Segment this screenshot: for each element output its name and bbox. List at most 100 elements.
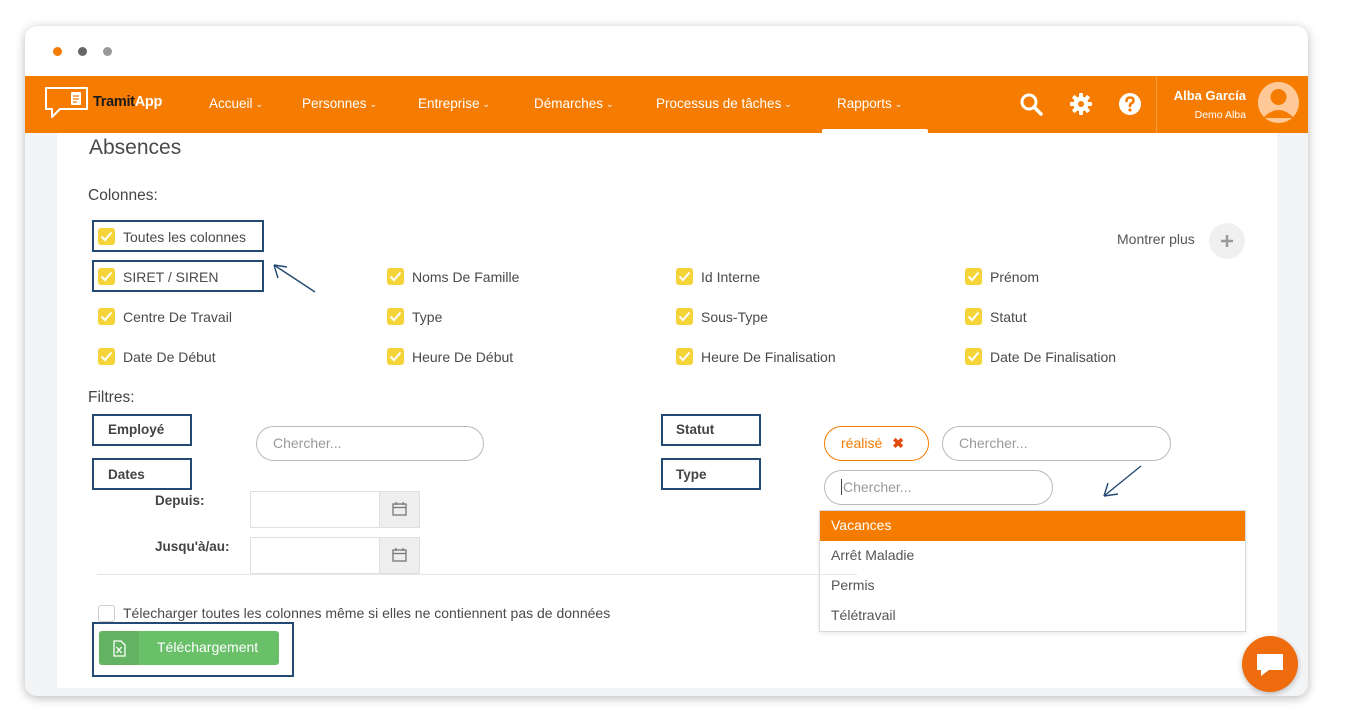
statut-tag-realise[interactable]: réalisé ✖ xyxy=(824,426,929,461)
statut-filter-label: Statut xyxy=(676,422,715,437)
check-icon xyxy=(967,351,980,362)
statut-search-input[interactable]: Chercher... xyxy=(942,426,1171,461)
brand-logo[interactable]: TramitApp xyxy=(43,84,173,122)
column-checkbox[interactable] xyxy=(98,268,115,285)
column-checkbox-label: Type xyxy=(412,309,443,325)
show-more-button[interactable] xyxy=(1209,223,1245,259)
plus-icon xyxy=(1221,235,1233,247)
check-icon xyxy=(967,311,980,322)
type-search-input[interactable]: Chercher... xyxy=(824,470,1053,505)
user-name[interactable]: Alba García xyxy=(1174,88,1246,103)
column-checkbox-label: Centre De Travail xyxy=(123,309,232,325)
calendar-icon xyxy=(392,502,407,516)
search-icon[interactable] xyxy=(1018,91,1044,117)
remove-tag-icon[interactable]: ✖ xyxy=(892,435,904,451)
close-window-dot[interactable] xyxy=(53,47,62,56)
column-checkbox[interactable] xyxy=(98,308,115,325)
employe-search-input[interactable]: Chercher... xyxy=(256,426,484,461)
chat-logo-icon xyxy=(45,87,88,118)
column-checkbox-label: Heure De Début xyxy=(412,349,514,365)
type-option-teletravail[interactable]: Télétravail xyxy=(820,601,1245,631)
column-checkbox[interactable] xyxy=(387,268,404,285)
column-checkbox[interactable] xyxy=(676,348,693,365)
user-avatar-icon xyxy=(1258,82,1299,123)
until-label: Jusqu'à/au: xyxy=(155,539,230,554)
maximize-window-dot[interactable] xyxy=(103,47,112,56)
chat-icon xyxy=(1257,654,1283,676)
column-checkbox[interactable] xyxy=(676,268,693,285)
column-checkbox-label: Id Interne xyxy=(701,269,761,285)
annotation-arrow-icon xyxy=(273,264,316,293)
chevron-down-icon: ⌄ xyxy=(369,99,378,109)
until-calendar-button[interactable] xyxy=(379,538,419,573)
check-icon xyxy=(100,351,113,362)
column-checkbox[interactable] xyxy=(676,308,693,325)
filters-label: Filtres: xyxy=(88,389,135,406)
type-option-arret-maladie[interactable]: Arrêt Maladie xyxy=(820,541,1245,571)
column-checkbox-label: Statut xyxy=(990,309,1027,325)
annotation-arrow-icon xyxy=(1103,465,1142,497)
check-icon xyxy=(678,351,691,362)
window-titlebar xyxy=(25,26,1308,76)
nav-demarches[interactable]: Démarches ⌄ xyxy=(534,96,614,111)
divider xyxy=(97,574,857,575)
columns-label: Colonnes: xyxy=(88,187,158,204)
column-checkbox[interactable] xyxy=(387,308,404,325)
help-icon[interactable] xyxy=(1117,91,1143,117)
column-checkbox-label: Date De Finalisation xyxy=(990,349,1117,365)
app-window: TramitApp Accueil ⌄ Personnes ⌄ Entreprise… xyxy=(25,26,1308,696)
check-icon xyxy=(967,271,980,282)
since-calendar-button[interactable] xyxy=(379,492,419,527)
check-icon xyxy=(100,231,113,242)
column-checkbox[interactable] xyxy=(965,348,982,365)
nav-processus[interactable]: Processus de tâches ⌄ xyxy=(656,96,792,111)
column-checkbox-label: Prénom xyxy=(990,269,1040,285)
type-dropdown: Vacances Arrêt Maladie Permis Télétravai… xyxy=(819,510,1246,632)
column-checkbox[interactable] xyxy=(965,268,982,285)
column-checkbox[interactable] xyxy=(98,348,115,365)
check-icon xyxy=(389,311,402,322)
chat-widget-button[interactable] xyxy=(1242,636,1298,692)
top-navbar: TramitApp Accueil ⌄ Personnes ⌄ Entreprise… xyxy=(25,76,1308,133)
column-checkbox[interactable] xyxy=(387,348,404,365)
download-button[interactable]: Téléchargement xyxy=(99,631,279,665)
column-checkbox-label: SIRET / SIREN xyxy=(123,269,219,285)
nav-accueil[interactable]: Accueil ⌄ xyxy=(209,96,263,111)
dates-filter-label: Dates xyxy=(108,467,145,482)
column-checkbox-label: Date De Début xyxy=(123,349,216,365)
check-icon xyxy=(389,271,402,282)
nav-personnes[interactable]: Personnes ⌄ xyxy=(302,96,377,111)
column-checkbox-label: Noms De Famille xyxy=(412,269,520,285)
since-date-field[interactable] xyxy=(250,491,420,528)
check-icon xyxy=(100,311,113,322)
gear-icon[interactable] xyxy=(1068,91,1094,117)
until-date-field[interactable] xyxy=(250,537,420,574)
type-search-text: Chercher... xyxy=(841,479,912,495)
chevron-down-icon: ⌄ xyxy=(784,99,792,109)
statut-tag-label: réalisé xyxy=(841,435,883,451)
user-divider xyxy=(1156,76,1157,133)
nav-entreprise[interactable]: Entreprise ⌄ xyxy=(418,96,490,111)
check-icon xyxy=(678,271,691,282)
column-checkbox[interactable] xyxy=(965,308,982,325)
all-columns-label: Toutes les colonnes xyxy=(123,229,246,245)
all-columns-checkbox[interactable] xyxy=(98,228,115,245)
type-option-vacances[interactable]: Vacances xyxy=(820,511,1245,541)
column-checkbox-label: Sous-Type xyxy=(701,309,768,325)
since-label: Depuis: xyxy=(155,493,205,508)
download-all-checkbox[interactable] xyxy=(98,605,115,622)
calendar-icon xyxy=(392,548,407,562)
nav-rapports[interactable]: Rapports ⌄ xyxy=(837,96,902,111)
report-panel: Absences Colonnes: Toutes les colonnes M… xyxy=(57,133,1277,688)
chevron-down-icon: ⌄ xyxy=(255,99,264,109)
employe-filter-label: Employé xyxy=(108,422,165,437)
check-icon xyxy=(678,311,691,322)
avatar[interactable] xyxy=(1258,82,1299,123)
minimize-window-dot[interactable] xyxy=(78,47,87,56)
type-option-permis[interactable]: Permis xyxy=(820,571,1245,601)
download-button-label: Téléchargement xyxy=(157,639,259,655)
show-more-link[interactable]: Montrer plus xyxy=(1117,231,1195,247)
download-all-label: Télecharger toutes les colonnes même si … xyxy=(123,605,611,621)
chevron-down-icon: ⌄ xyxy=(606,99,614,109)
chevron-down-icon: ⌄ xyxy=(482,99,491,109)
